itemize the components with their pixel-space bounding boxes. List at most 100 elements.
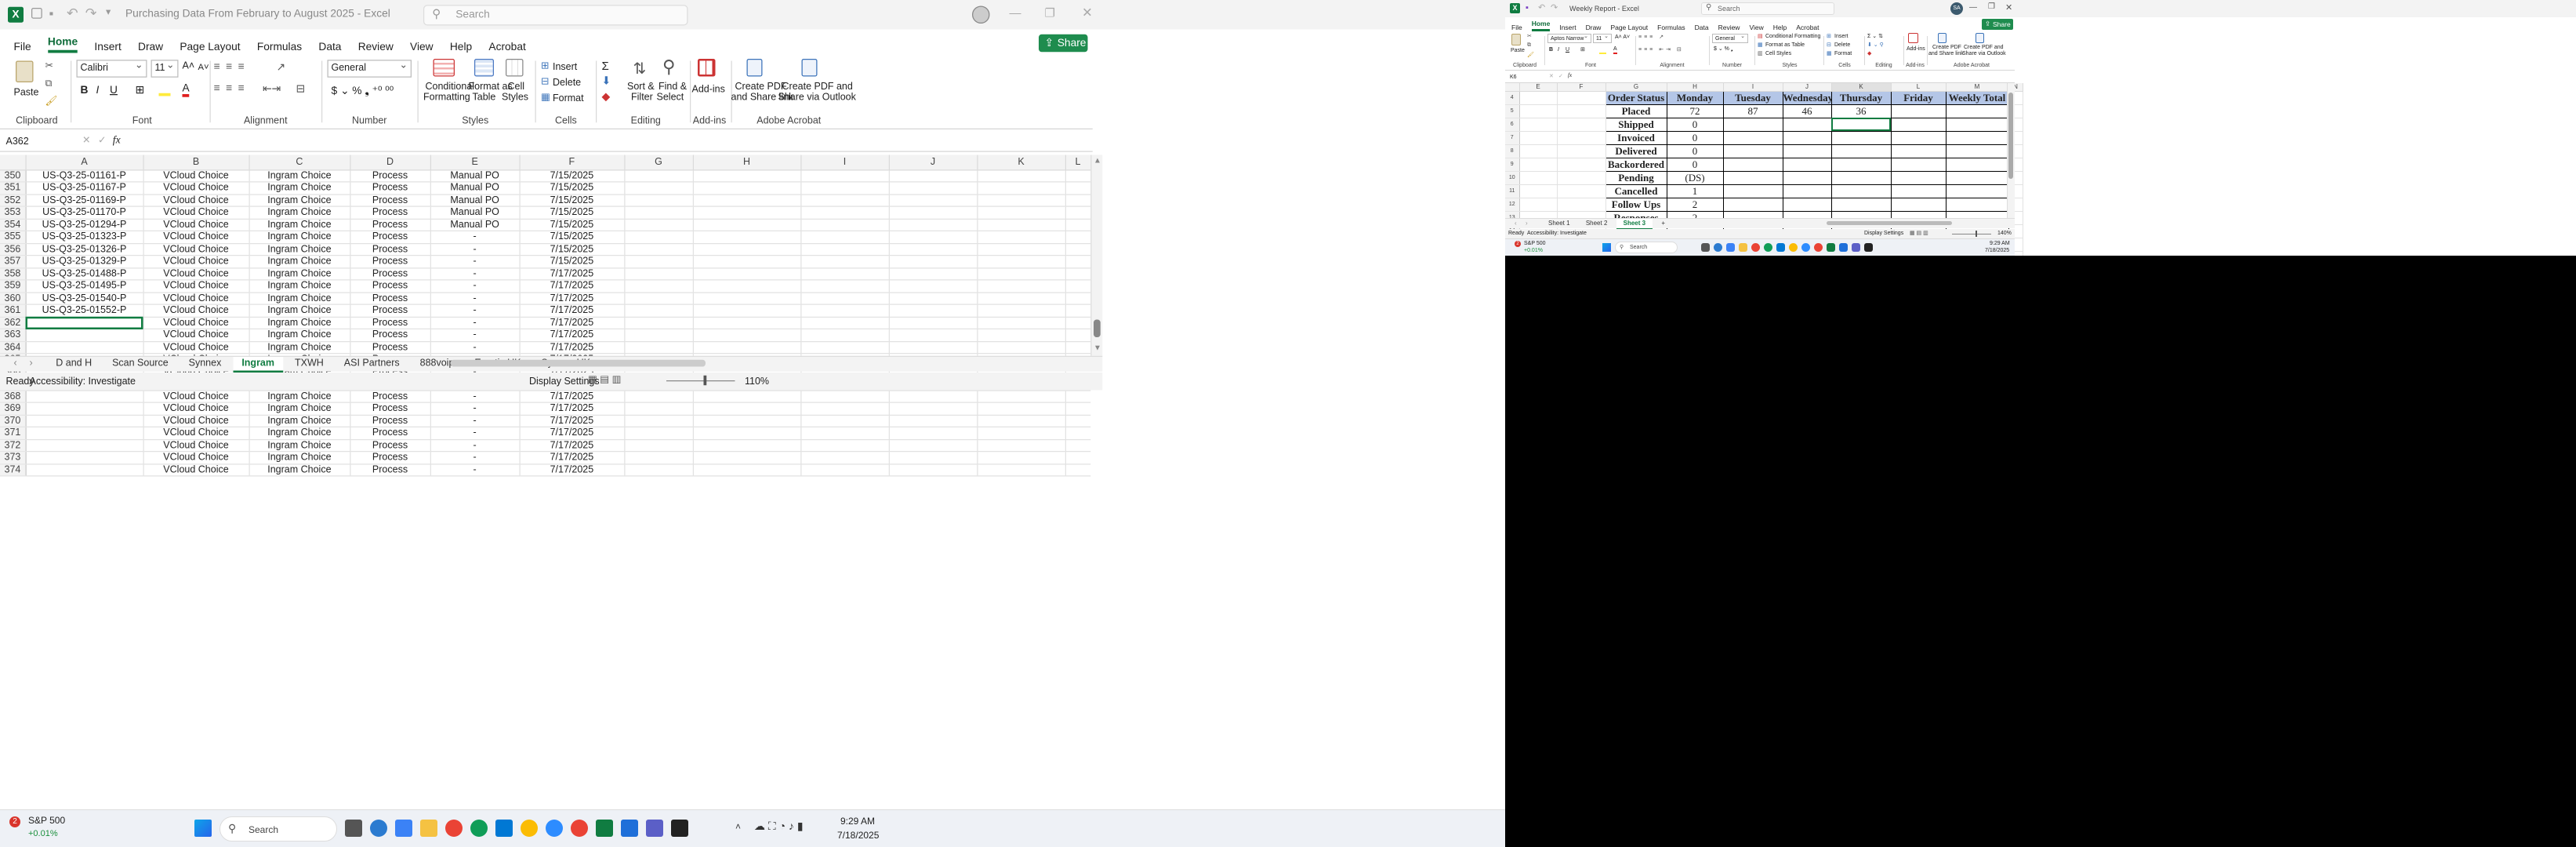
app-icon[interactable]	[370, 820, 387, 837]
cell[interactable]: -	[430, 451, 521, 464]
format-cells-icon[interactable]: ▦	[1827, 50, 1832, 56]
delete-cells-button[interactable]: Delete	[1834, 42, 1850, 48]
cell[interactable]	[977, 267, 1066, 281]
cell[interactable]	[1557, 104, 1606, 118]
cell[interactable]	[800, 439, 890, 453]
sheet-tab-ingram[interactable]: Ingram	[233, 357, 284, 374]
fill-color-icon[interactable]	[1599, 47, 1606, 54]
cell[interactable]: Process	[350, 329, 431, 342]
cell[interactable]	[692, 169, 801, 183]
cell[interactable]	[1722, 117, 1783, 132]
menu-home[interactable]: Home	[47, 36, 78, 53]
format-as-table-icon[interactable]	[474, 59, 494, 77]
table-header-cell[interactable]: Tuesday	[1722, 90, 1783, 105]
close-icon[interactable]: ✕	[2005, 2, 2012, 13]
zoom-slider-thumb[interactable]	[1976, 231, 1977, 237]
row-header[interactable]: 6	[1505, 118, 1520, 132]
clear-icon[interactable]: ◆	[1867, 50, 1871, 56]
italic-icon[interactable]: I	[96, 85, 100, 96]
menu-help[interactable]: Help	[450, 42, 472, 53]
cell[interactable]: -	[430, 279, 521, 293]
column-header[interactable]: I	[800, 154, 890, 170]
cell[interactable]	[888, 427, 978, 440]
cell[interactable]: 7/17/2025	[519, 316, 625, 329]
cell-styles-label2[interactable]: Styles	[502, 93, 528, 104]
row-header[interactable]: 10	[1505, 171, 1520, 185]
cell[interactable]: Process	[350, 194, 431, 207]
menu-formulas[interactable]: Formulas	[257, 42, 302, 53]
create-pdf-share-link-label1[interactable]: Create PDF	[735, 82, 787, 93]
cell-styles-icon[interactable]: ▥	[1758, 50, 1763, 56]
cell[interactable]: VCloud Choice	[143, 414, 250, 427]
cell[interactable]	[692, 439, 801, 453]
cell[interactable]: VCloud Choice	[143, 329, 250, 342]
table-header-cell[interactable]: Monday	[1666, 90, 1724, 105]
column-header[interactable]: G	[624, 154, 694, 170]
cell[interactable]	[624, 463, 694, 477]
table-header-cell[interactable]: Thursday	[1830, 90, 1892, 105]
cell[interactable]: 0	[1666, 117, 1724, 132]
currency-icon[interactable]: $ ⌄ % ❟ ⁺⁰ ⁰⁰	[332, 85, 394, 99]
cell[interactable]: Process	[350, 243, 431, 256]
cell[interactable]	[692, 231, 801, 244]
edge-icon[interactable]	[470, 820, 488, 837]
cell[interactable]	[1945, 197, 2009, 212]
cell[interactable]	[692, 390, 801, 403]
cell[interactable]	[25, 427, 144, 440]
column-header[interactable]: L	[1065, 154, 1091, 170]
cell[interactable]	[800, 341, 890, 354]
format-cells-button[interactable]: Format	[1834, 51, 1852, 56]
cell[interactable]: 7/17/2025	[519, 304, 625, 318]
cell[interactable]	[624, 194, 694, 207]
grow-font-icon[interactable]: A˄ A˅	[1615, 35, 1630, 40]
cell-styles-button[interactable]: Cell Styles	[1765, 51, 1791, 56]
cell[interactable]	[1830, 130, 1892, 145]
cell[interactable]	[692, 255, 801, 268]
menu-home[interactable]: Home	[1531, 20, 1551, 31]
row-header[interactable]: 4	[1505, 91, 1520, 105]
table-header-cell[interactable]: Friday	[1890, 90, 1947, 105]
cell[interactable]	[888, 451, 978, 464]
cell[interactable]: (DS)	[1666, 170, 1724, 185]
sheet-tab-synnex[interactable]: Synnex	[180, 357, 230, 371]
cell[interactable]	[692, 243, 801, 256]
conditional-formatting-label2[interactable]: Formatting	[423, 93, 470, 104]
edge-icon[interactable]	[1764, 243, 1772, 252]
cell[interactable]: VCloud Choice	[143, 279, 250, 293]
cell[interactable]: US-Q3-25-01167-P	[25, 181, 144, 195]
cell[interactable]	[977, 341, 1066, 354]
cell[interactable]	[1557, 158, 1606, 172]
cell[interactable]: VCloud Choice	[143, 292, 250, 305]
cell[interactable]	[977, 194, 1066, 207]
conditional-formatting-button[interactable]: Conditional Formatting	[1765, 34, 1820, 39]
taskbar-search[interactable]: ⚲ Search	[1615, 242, 1678, 253]
excel-taskbar-icon[interactable]	[1827, 243, 1835, 252]
cell[interactable]	[888, 279, 978, 293]
cell[interactable]	[624, 451, 694, 464]
cell[interactable]	[1945, 184, 2009, 198]
row-header[interactable]: 369	[0, 402, 27, 416]
format-painter-icon[interactable]: 🖌	[45, 96, 58, 107]
cell[interactable]	[977, 427, 1066, 440]
menu-page-layout[interactable]: Page Layout	[180, 42, 240, 53]
horizontal-scrollbar[interactable]	[1827, 221, 1952, 225]
delete-cells-icon[interactable]: ⊟	[1827, 42, 1831, 48]
zoom-level[interactable]: 140%	[1997, 231, 2012, 236]
cell[interactable]	[25, 463, 144, 477]
clock-time[interactable]: 9:29 AM	[840, 816, 875, 827]
cancel-icon[interactable]: ✕	[82, 136, 90, 147]
column-header[interactable]: L	[1891, 83, 1947, 92]
row-header[interactable]: 370	[0, 414, 27, 427]
cell[interactable]	[888, 414, 978, 427]
cell[interactable]: 46	[1782, 104, 1832, 118]
cell[interactable]	[888, 463, 978, 477]
cell[interactable]	[624, 329, 694, 342]
cell[interactable]	[977, 463, 1066, 477]
cell[interactable]: Ingram Choice	[249, 329, 350, 342]
cell[interactable]	[800, 427, 890, 440]
autosave-icon[interactable]	[31, 8, 42, 19]
cell[interactable]	[888, 194, 978, 207]
cell[interactable]	[692, 427, 801, 440]
cell[interactable]: Ingram Choice	[249, 451, 350, 464]
cell[interactable]	[1065, 439, 1091, 453]
